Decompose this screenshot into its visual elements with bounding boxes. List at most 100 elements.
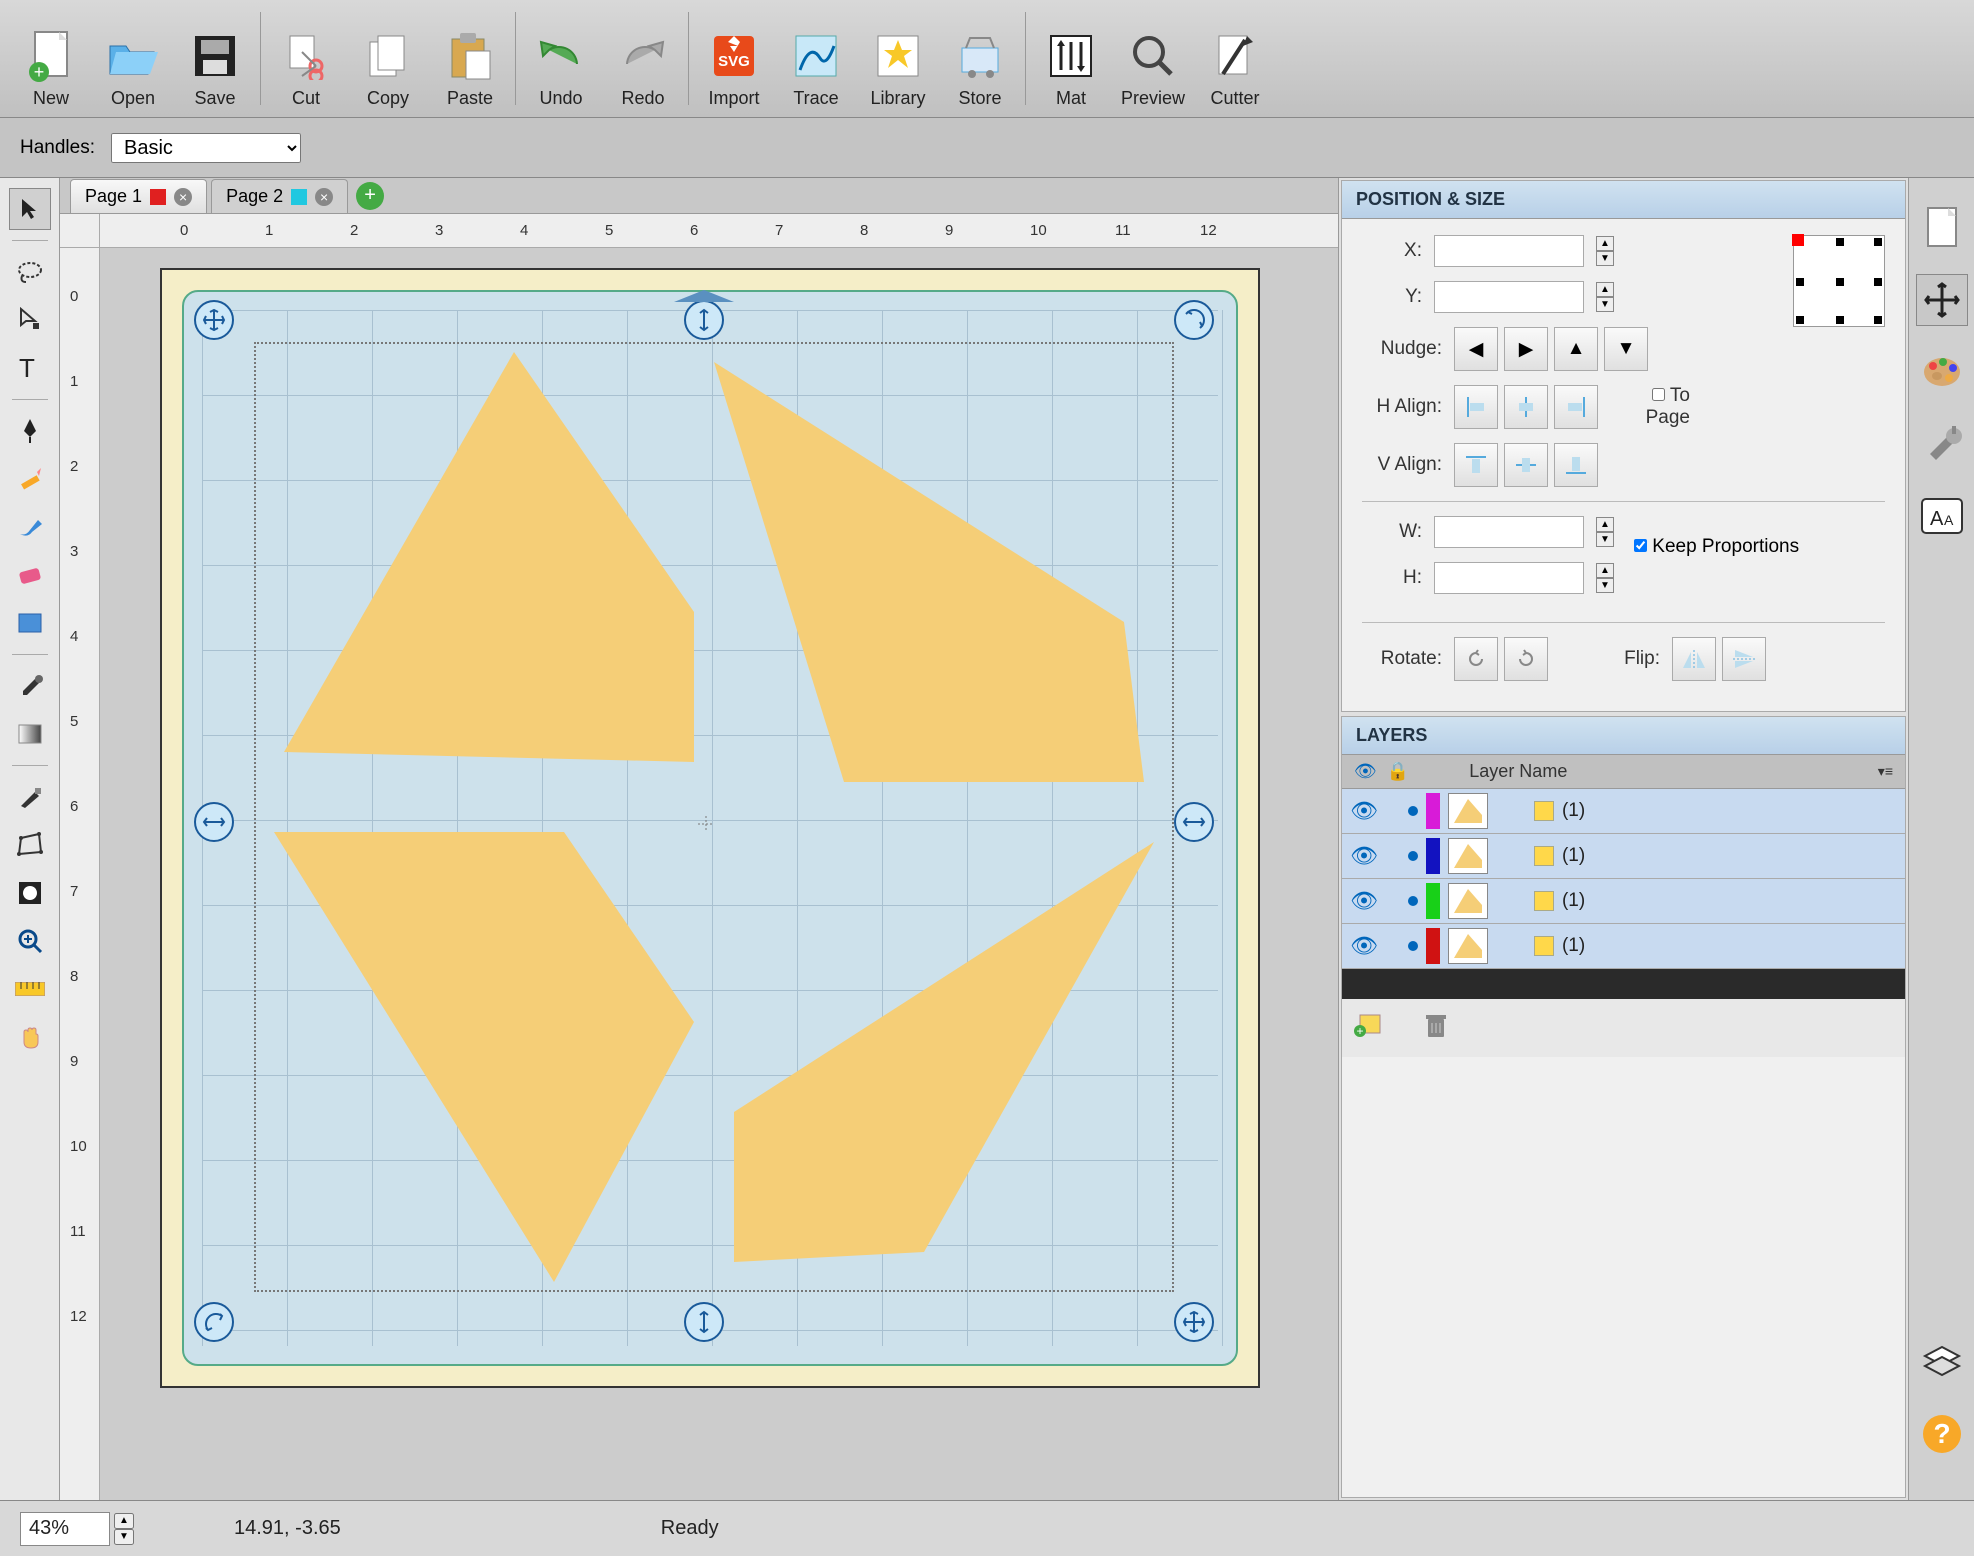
layer-color[interactable]: [1426, 928, 1440, 964]
note-icon[interactable]: [1534, 936, 1554, 956]
valign-middle-button[interactable]: [1504, 443, 1548, 487]
trace-button[interactable]: Trace: [775, 4, 857, 113]
distort-tool[interactable]: [9, 824, 51, 866]
redo-button[interactable]: Redo: [602, 4, 684, 113]
halign-right-button[interactable]: [1554, 385, 1598, 429]
page-tab-1[interactable]: Page 1×: [70, 179, 207, 213]
eye-icon[interactable]: 👁: [1350, 798, 1378, 824]
undo-button[interactable]: Undo: [520, 4, 602, 113]
lasso-tool[interactable]: [9, 251, 51, 293]
handle-ne[interactable]: [1174, 300, 1214, 340]
note-icon[interactable]: [1534, 891, 1554, 911]
panel-header[interactable]: POSITION & SIZE: [1342, 181, 1905, 219]
layer-name[interactable]: (1): [1562, 845, 1585, 867]
preview-button[interactable]: Preview: [1112, 4, 1194, 113]
delete-layer-button[interactable]: [1424, 1011, 1448, 1045]
y-input[interactable]: [1434, 281, 1584, 313]
help-tab-icon[interactable]: ?: [1916, 1408, 1968, 1460]
layer-row[interactable]: 👁 (1): [1342, 879, 1905, 924]
cutter-button[interactable]: Cutter: [1194, 4, 1276, 113]
page-tab-2[interactable]: Page 2×: [211, 179, 348, 213]
panel-header[interactable]: LAYERS: [1342, 717, 1905, 755]
layers-tab-icon[interactable]: [1916, 1336, 1968, 1388]
nudge-left-button[interactable]: ◀: [1454, 327, 1498, 371]
handle-n[interactable]: [684, 300, 724, 340]
eraser-tool[interactable]: [9, 554, 51, 596]
add-page-button[interactable]: +: [356, 182, 384, 210]
layer-color[interactable]: [1426, 883, 1440, 919]
zoom-input[interactable]: 43%: [20, 1512, 110, 1546]
paste-button[interactable]: Paste: [429, 4, 511, 113]
layer-name[interactable]: (1): [1562, 935, 1585, 957]
y-spin-down[interactable]: ▼: [1596, 297, 1614, 312]
select-tool[interactable]: [9, 188, 51, 230]
halign-center-button[interactable]: [1504, 385, 1548, 429]
x-input[interactable]: [1434, 235, 1584, 267]
zoom-tool[interactable]: [9, 920, 51, 962]
ruler-tool[interactable]: [9, 968, 51, 1010]
copy-button[interactable]: Copy: [347, 4, 429, 113]
vertical-ruler[interactable]: 0123456789101112: [60, 248, 100, 1500]
nudge-down-button[interactable]: ▼: [1604, 327, 1648, 371]
hand-tool[interactable]: [9, 1016, 51, 1058]
rotate-cw-button[interactable]: [1504, 637, 1548, 681]
keep-proportions-checkbox[interactable]: [1634, 539, 1647, 552]
handle-se[interactable]: [1174, 1302, 1214, 1342]
note-icon[interactable]: [1534, 846, 1554, 866]
layer-menu-icon[interactable]: ▾≡: [1878, 763, 1893, 780]
nudge-up-button[interactable]: ▲: [1554, 327, 1598, 371]
y-spin-up[interactable]: ▲: [1596, 282, 1614, 297]
eye-icon[interactable]: 👁: [1350, 933, 1378, 959]
color-tab-icon[interactable]: [1916, 346, 1968, 398]
layer-row[interactable]: 👁 (1): [1342, 834, 1905, 879]
new-button[interactable]: +New: [10, 4, 92, 113]
import-button[interactable]: SVGImport: [693, 4, 775, 113]
nudge-right-button[interactable]: ▶: [1504, 327, 1548, 371]
layer-row[interactable]: 👁 (1): [1342, 789, 1905, 834]
h-input[interactable]: [1434, 562, 1584, 594]
cut-button[interactable]: Cut: [265, 4, 347, 113]
eye-icon[interactable]: 👁: [1350, 843, 1378, 869]
brush-tool[interactable]: [9, 506, 51, 548]
close-tab-icon[interactable]: ×: [315, 188, 333, 206]
pen-tool[interactable]: [9, 410, 51, 452]
handle-e[interactable]: [1174, 802, 1214, 842]
handle-s[interactable]: [684, 1302, 724, 1342]
eyedropper-tool[interactable]: [9, 665, 51, 707]
valign-bottom-button[interactable]: [1554, 443, 1598, 487]
flip-h-button[interactable]: [1672, 637, 1716, 681]
zoom-down[interactable]: ▼: [114, 1529, 134, 1545]
layer-name[interactable]: (1): [1562, 890, 1585, 912]
to-page-checkbox[interactable]: [1652, 388, 1665, 401]
mat-button[interactable]: Mat: [1030, 4, 1112, 113]
pencil-tool[interactable]: [9, 458, 51, 500]
handle-w[interactable]: [194, 802, 234, 842]
eye-icon[interactable]: 👁: [1350, 888, 1378, 914]
handle-nw[interactable]: [194, 300, 234, 340]
save-button[interactable]: Save: [174, 4, 256, 113]
horizontal-ruler[interactable]: 0123456789101112: [100, 214, 1338, 248]
w-input[interactable]: [1434, 516, 1584, 548]
layer-color[interactable]: [1426, 838, 1440, 874]
flip-v-button[interactable]: [1722, 637, 1766, 681]
add-layer-button[interactable]: +: [1354, 1011, 1384, 1045]
settings-tab-icon[interactable]: [1916, 418, 1968, 470]
anchor-selector[interactable]: [1793, 235, 1885, 327]
close-tab-icon[interactable]: ×: [174, 188, 192, 206]
store-button[interactable]: Store: [939, 4, 1021, 113]
handles-select[interactable]: Basic: [111, 133, 301, 163]
canvas[interactable]: [100, 248, 1338, 1500]
text-tab-icon[interactable]: AA: [1916, 490, 1968, 542]
node-edit-tool[interactable]: [9, 299, 51, 341]
handle-sw[interactable]: [194, 1302, 234, 1342]
zoom-up[interactable]: ▲: [114, 1513, 134, 1529]
stencil-tool[interactable]: [9, 872, 51, 914]
open-button[interactable]: Open: [92, 4, 174, 113]
x-spin-up[interactable]: ▲: [1596, 236, 1614, 251]
halign-left-button[interactable]: [1454, 385, 1498, 429]
library-button[interactable]: Library: [857, 4, 939, 113]
layer-name[interactable]: (1): [1562, 800, 1585, 822]
knife-tool[interactable]: [9, 776, 51, 818]
valign-top-button[interactable]: [1454, 443, 1498, 487]
layer-color[interactable]: [1426, 793, 1440, 829]
